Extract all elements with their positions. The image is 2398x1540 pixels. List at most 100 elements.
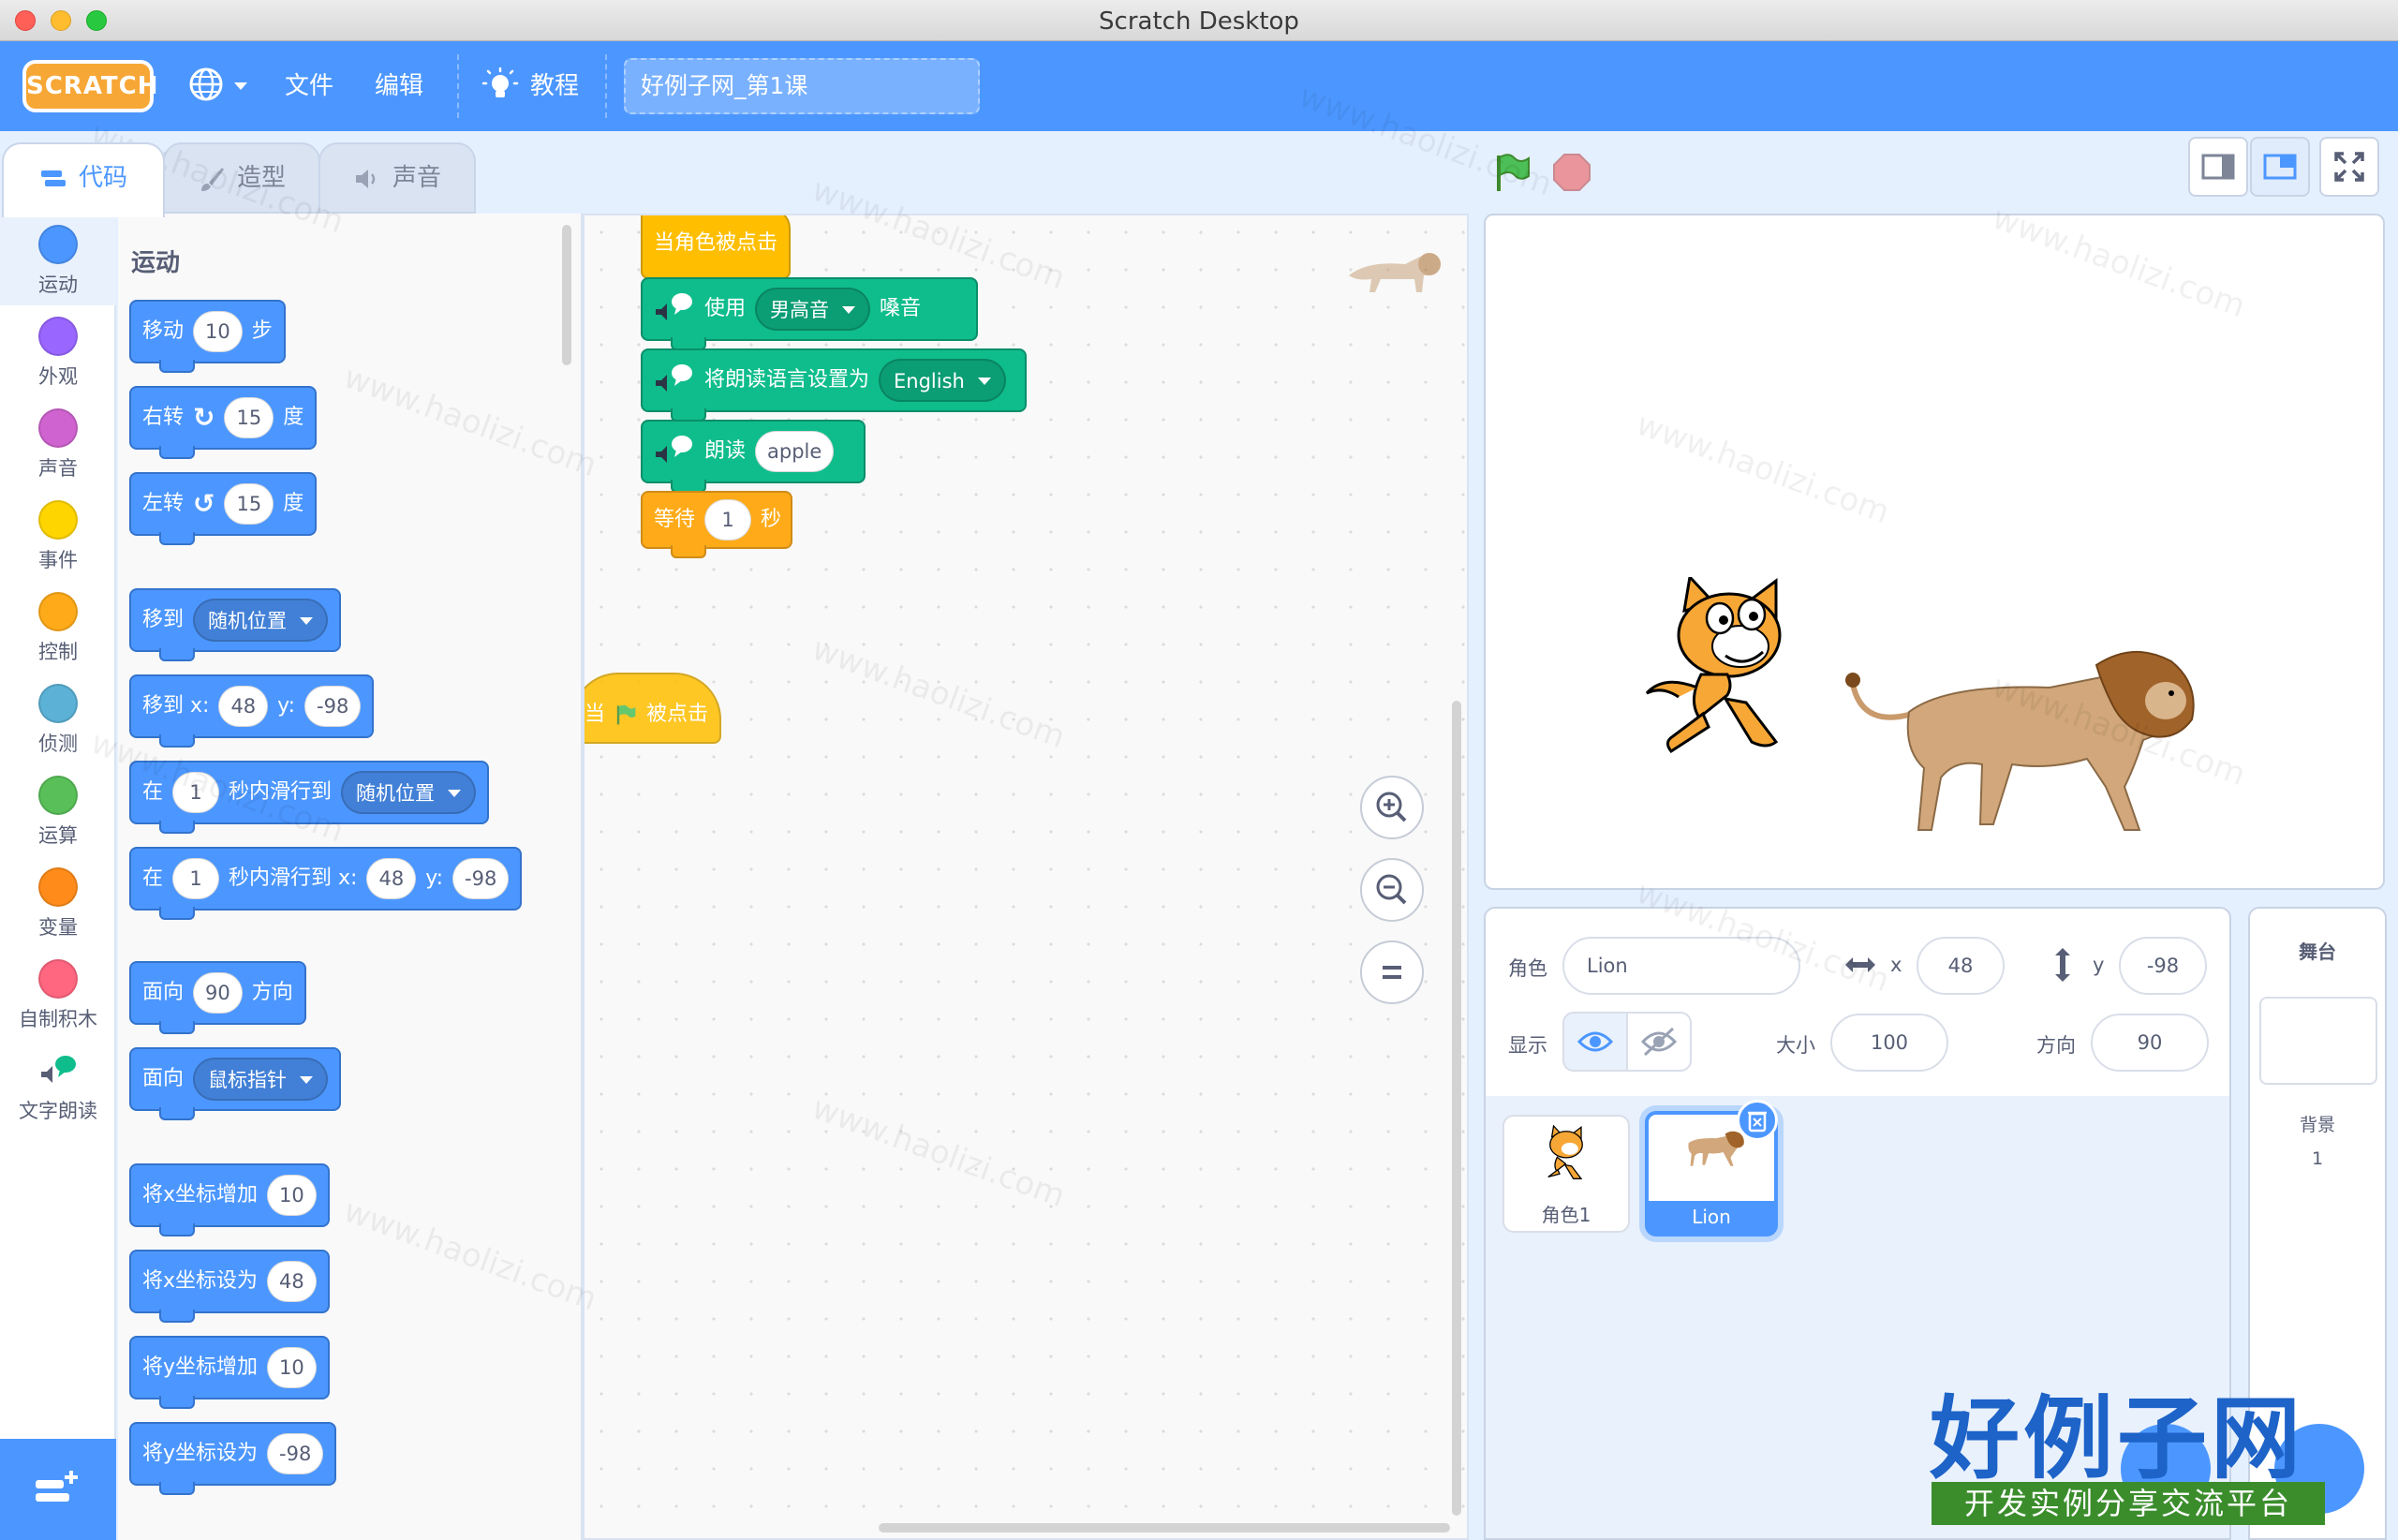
block-input[interactable]: 10 — [193, 311, 243, 352]
block-input[interactable]: 48 — [366, 858, 417, 899]
chevron-down-icon[interactable] — [232, 81, 249, 92]
block-speak[interactable]: 朗读 apple — [641, 420, 866, 493]
block-input[interactable]: -98 — [452, 858, 510, 899]
rotate-clockwise-icon: ↻ — [193, 402, 215, 433]
y-input[interactable]: -98 — [2119, 937, 2207, 995]
block-set-voice[interactable]: 使用 男高音 嗓音 — [641, 277, 978, 350]
block-dropdown[interactable]: 随机位置 — [341, 771, 477, 814]
category-my-blocks[interactable]: 自制积木 — [0, 948, 116, 1040]
scratch-logo[interactable]: SCRATCH — [22, 60, 158, 112]
workspace-vertical-scrollbar[interactable] — [1452, 701, 1461, 1516]
stage-canvas[interactable] — [1484, 214, 2385, 890]
block-input[interactable]: 10 — [267, 1175, 317, 1216]
block-input[interactable]: 10 — [267, 1347, 317, 1388]
fullscreen-icon — [2334, 152, 2364, 182]
category-operators[interactable]: 运算 — [0, 764, 116, 856]
block-when-sprite-clicked[interactable]: 当角色被点击 — [641, 214, 792, 279]
block-turn-right[interactable]: 右转 ↻ 15 度 — [129, 386, 318, 459]
block-point-direction[interactable]: 面向 90 方向 — [129, 961, 306, 1034]
category-looks[interactable]: 外观 — [0, 305, 116, 397]
block-goto-xy[interactable]: 移到 x: 48 y: -98 — [129, 674, 375, 748]
edit-menu[interactable]: 编辑 — [375, 41, 423, 131]
workspace-horizontal-scrollbar[interactable] — [879, 1523, 1450, 1533]
palette-scrollbar[interactable] — [562, 225, 571, 365]
block-dropdown[interactable]: 随机位置 — [193, 599, 329, 642]
category-sensing[interactable]: 侦测 — [0, 673, 116, 764]
x-input[interactable]: 48 — [1917, 937, 2005, 995]
category-events[interactable]: 事件 — [0, 489, 116, 581]
block-input[interactable]: 15 — [224, 397, 274, 438]
zoom-reset-button[interactable] — [1360, 940, 1424, 1004]
block-text: 面向 — [142, 981, 185, 1004]
script-workspace[interactable]: 当角色被点击 使用 男高音 嗓音 将朗读语言设置为 English 朗读 app… — [583, 214, 1467, 1540]
tab-sounds[interactable]: 声音 — [318, 142, 476, 214]
block-glide-to[interactable]: 在 1 秒内滑行到 随机位置 — [129, 761, 490, 834]
backdrops-count: 1 — [2311, 1148, 2324, 1169]
block-goto[interactable]: 移到 随机位置 — [129, 588, 342, 661]
category-motion[interactable]: 运动 — [0, 214, 116, 305]
lightbulb-icon[interactable] — [481, 67, 519, 105]
tutorials-menu[interactable]: 教程 — [530, 41, 579, 131]
block-input[interactable]: -98 — [267, 1433, 324, 1474]
sprite-name-input[interactable]: Lion — [1562, 937, 1800, 995]
block-input[interactable]: 1 — [704, 499, 752, 540]
block-dropdown[interactable]: 鼠标指针 — [193, 1058, 329, 1101]
block-wait[interactable]: 等待 1 秒 — [641, 491, 792, 558]
voice-dropdown[interactable]: 男高音 — [755, 288, 871, 331]
direction-input[interactable]: 90 — [2091, 1014, 2209, 1072]
block-when-flag-clicked[interactable]: 当 被点击 — [583, 673, 721, 744]
size-input[interactable]: 100 — [1830, 1014, 1948, 1072]
block-text: 左转 — [142, 492, 185, 515]
block-palette[interactable]: 运动 移动 10 步 右转 ↻ 15 度 左转 ↺ 15 度 移到 随机位置 移… — [118, 214, 583, 1540]
category-text-to-speech[interactable]: 文字朗读 — [0, 1040, 116, 1132]
speak-text-input[interactable]: apple — [755, 431, 835, 472]
x-label: x — [1890, 954, 1902, 976]
block-set-x[interactable]: 将x坐标设为 48 — [129, 1250, 330, 1323]
cat-sprite[interactable] — [1636, 577, 1823, 764]
lion-sprite[interactable] — [1843, 646, 2209, 852]
block-change-x[interactable]: 将x坐标增加 10 — [129, 1163, 330, 1236]
zoom-in-button[interactable] — [1360, 776, 1424, 839]
horizontal-arrows-icon — [1845, 957, 1875, 972]
category-label: 运动 — [38, 274, 78, 296]
block-input[interactable]: -98 — [304, 686, 362, 727]
block-glide-to-xy[interactable]: 在 1 秒内滑行到 x: 48 y: -98 — [129, 847, 523, 920]
block-set-language[interactable]: 将朗读语言设置为 English — [641, 348, 1027, 422]
green-flag-icon[interactable] — [1491, 152, 1532, 193]
stop-icon[interactable] — [1551, 152, 1592, 193]
block-input[interactable]: 1 — [172, 772, 220, 813]
category-dot — [38, 225, 78, 264]
block-input[interactable]: 15 — [224, 483, 274, 525]
block-turn-left[interactable]: 左转 ↺ 15 度 — [129, 472, 318, 545]
fullscreen-button[interactable] — [2319, 137, 2379, 197]
block-set-y[interactable]: 将y坐标设为 -98 — [129, 1422, 337, 1495]
file-menu[interactable]: 文件 — [285, 41, 333, 131]
project-title-input[interactable]: 好例子网_第1课 — [624, 58, 980, 114]
block-input[interactable]: 90 — [193, 972, 243, 1014]
show-sprite-button[interactable] — [1562, 1012, 1628, 1072]
block-text: 在 — [142, 780, 164, 804]
block-text: 面向 — [142, 1067, 185, 1090]
globe-icon[interactable] — [187, 66, 225, 103]
sprite-tile-cat[interactable]: 角色1 — [1502, 1115, 1630, 1233]
category-variables[interactable]: 变量 — [0, 856, 116, 948]
normal-stage-button[interactable] — [2250, 137, 2310, 197]
block-move-steps[interactable]: 移动 10 步 — [129, 300, 286, 373]
zoom-out-button[interactable] — [1360, 858, 1424, 922]
block-point-towards[interactable]: 面向 鼠标指针 — [129, 1047, 342, 1120]
block-change-y[interactable]: 将y坐标增加 10 — [129, 1336, 330, 1409]
category-sound[interactable]: 声音 — [0, 397, 116, 489]
tab-code[interactable]: 代码 — [2, 142, 165, 217]
tab-costumes[interactable]: 造型 — [163, 142, 320, 214]
delete-sprite-button[interactable] — [1737, 1100, 1778, 1141]
small-stage-button[interactable] — [2188, 137, 2248, 197]
hide-sprite-button[interactable] — [1626, 1012, 1692, 1072]
category-control[interactable]: 控制 — [0, 581, 116, 673]
block-input[interactable]: 1 — [172, 858, 220, 899]
stage-thumbnail[interactable] — [2259, 997, 2377, 1085]
block-input[interactable]: 48 — [267, 1261, 317, 1302]
language-dropdown[interactable]: English — [879, 359, 1006, 402]
zoom-in-icon — [1376, 792, 1407, 822]
add-extension-button[interactable] — [0, 1439, 116, 1540]
block-input[interactable]: 48 — [218, 686, 269, 727]
